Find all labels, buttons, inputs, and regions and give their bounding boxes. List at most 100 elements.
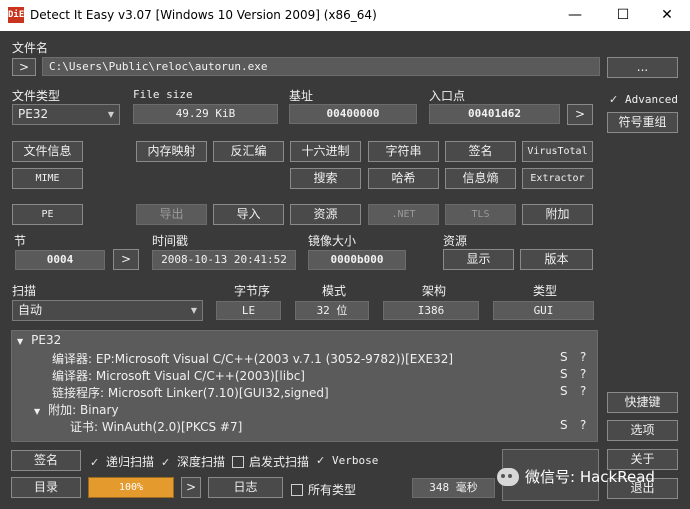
scan-label: 扫描 [12, 284, 37, 298]
pe-button[interactable]: PE [12, 204, 83, 225]
strings-button[interactable]: 字符串 [368, 141, 439, 162]
tree-row-certificate[interactable]: 证书: WinAuth(2.0)[PKCS #7] [70, 418, 242, 435]
wechat-watermark: 微信号: HackRead [497, 466, 655, 487]
chevron-down-icon: ▼ [107, 110, 114, 119]
import-button[interactable]: 导入 [213, 204, 284, 225]
signature-flag[interactable]: S [560, 367, 568, 381]
minimize-icon[interactable]: — [552, 0, 598, 31]
entry-point-go-button[interactable]: > [567, 104, 593, 125]
help-icon[interactable]: ? [580, 367, 586, 381]
scan-mode-value: 自动 [18, 303, 43, 317]
options-button[interactable]: 选项 [607, 420, 678, 441]
checkbox-empty-icon [232, 456, 244, 468]
file-type-select[interactable]: PE32 ▼ [12, 104, 120, 125]
directory-button[interactable]: 目录 [11, 477, 81, 498]
checkmark-icon: ✓ [90, 456, 100, 469]
file-size-value: 49.29 KiB [133, 104, 278, 124]
mime-button[interactable]: MIME [12, 168, 83, 189]
file-info-button[interactable]: 文件信息 [12, 141, 83, 162]
checkbox-empty-icon [291, 484, 303, 496]
type-value: GUI [493, 301, 594, 320]
tree-row-label: 编译器: EP:Microsoft Visual C/C++(2003 v.7.… [52, 352, 454, 366]
checkmark-icon: ✓ [316, 454, 326, 467]
help-icon[interactable]: ? [580, 384, 586, 398]
title-bar: DiE Detect It Easy v3.07 [Windows 10 Ver… [0, 0, 690, 31]
file-type-label: 文件类型 [12, 89, 61, 103]
section-go-button[interactable]: > [113, 249, 139, 270]
resources-show-button[interactable]: 显示 [443, 249, 514, 270]
signatures-button[interactable]: 签名 [445, 141, 516, 162]
tree-node-pe32[interactable]: ▼ PE32 [17, 333, 61, 347]
memory-map-button[interactable]: 内存映射 [136, 141, 207, 162]
resources-version-button[interactable]: 版本 [520, 249, 593, 270]
recursive-scan-checkbox[interactable]: ✓ 递归扫描 [90, 453, 154, 470]
resources-button[interactable]: 资源 [290, 204, 361, 225]
scan-results-tree[interactable]: ▼ PE32 编译器: EP:Microsoft Visual C/C++(200… [11, 330, 598, 442]
scan-progress-bar: 100% [88, 477, 174, 498]
deep-scan-checkbox[interactable]: ✓ 深度扫描 [161, 453, 225, 470]
expand-arrow-icon[interactable]: ▼ [17, 337, 23, 346]
help-icon[interactable]: ? [580, 418, 586, 432]
signature-flag[interactable]: S [560, 384, 568, 398]
advanced-checkbox[interactable]: ✓ Advanced [609, 92, 678, 106]
tree-row-label: 编译器: Microsoft Visual C/C++(2003)[libc] [52, 369, 305, 383]
shortcuts-button[interactable]: 快捷键 [607, 392, 678, 413]
search-button[interactable]: 搜索 [290, 168, 361, 189]
file-name-label: 文件名 [12, 41, 49, 55]
timestamp-value: 2008-10-13 20:41:52 [152, 250, 296, 270]
expand-arrow-icon[interactable]: ▼ [34, 407, 40, 416]
checkmark-icon: ✓ [609, 93, 619, 106]
elapsed-time-value: 348 毫秒 [412, 478, 495, 498]
section-label: 节 [14, 234, 27, 248]
checkmark-icon: ✓ [161, 456, 171, 469]
symbol-rebuild-button[interactable]: 符号重组 [607, 112, 678, 133]
type-label: 类型 [533, 284, 558, 298]
signature-flag[interactable]: S [560, 350, 568, 364]
mode-label: 模式 [322, 284, 347, 298]
overlay-button[interactable]: 附加 [522, 204, 593, 225]
endianness-label: 字节序 [234, 284, 271, 298]
heuristic-scan-checkbox[interactable]: 启发式扫描 [232, 453, 309, 470]
tree-row-label: 链接程序: Microsoft Linker(7.10)[GUI32,signe… [52, 386, 329, 400]
help-icon[interactable]: ? [580, 350, 586, 364]
signature-flag[interactable]: S [560, 418, 568, 432]
file-size-label: File size [133, 88, 193, 101]
base-address-value: 00400000 [289, 104, 417, 124]
browse-button[interactable]: ... [607, 57, 678, 78]
hash-button[interactable]: 哈希 [368, 168, 439, 189]
tree-row-linker[interactable]: 链接程序: Microsoft Linker(7.10)[GUI32,signe… [52, 384, 329, 401]
tls-button: TLS [445, 204, 516, 225]
disassembly-button[interactable]: 反汇编 [213, 141, 284, 162]
file-expand-button[interactable]: > [12, 58, 36, 76]
verbose-label: Verbose [332, 454, 379, 467]
log-button[interactable]: 日志 [208, 477, 283, 498]
dotnet-button: .NET [368, 204, 439, 225]
all-types-checkbox[interactable]: 所有类型 [291, 481, 356, 498]
tree-node-overlay[interactable]: ▼ 附加: Binary [34, 401, 119, 418]
heuristic-scan-label: 启发式扫描 [249, 455, 310, 469]
deep-scan-label: 深度扫描 [177, 455, 226, 469]
all-types-label: 所有类型 [308, 483, 357, 497]
progress-go-button[interactable]: > [181, 477, 201, 498]
entry-point-label: 入口点 [429, 89, 466, 103]
entry-point-value: 00401d62 [429, 104, 560, 124]
virustotal-button[interactable]: VirusTotal [522, 141, 593, 162]
tree-row-compiler-libc[interactable]: 编译器: Microsoft Visual C/C++(2003)[libc] [52, 367, 305, 384]
advanced-label: Advanced [625, 93, 678, 106]
architecture-label: 架构 [422, 284, 447, 298]
hex-button[interactable]: 十六进制 [290, 141, 361, 162]
tree-row-label: 证书: WinAuth(2.0)[PKCS #7] [70, 420, 243, 434]
maximize-icon[interactable]: ☐ [600, 0, 646, 31]
signatures-bottom-button[interactable]: 签名 [11, 450, 81, 471]
endianness-value: LE [216, 301, 281, 320]
file-path-input[interactable]: C:\Users\Public\reloc\autorun.exe [42, 57, 600, 76]
tree-node-label: PE32 [31, 333, 62, 347]
tree-row-compiler-ep[interactable]: 编译器: EP:Microsoft Visual C/C++(2003 v.7.… [52, 350, 453, 367]
entropy-button[interactable]: 信息熵 [445, 168, 516, 189]
recursive-scan-label: 递归扫描 [106, 455, 155, 469]
image-size-label: 镜像大小 [308, 234, 357, 248]
close-icon[interactable]: ✕ [644, 0, 690, 31]
verbose-checkbox[interactable]: ✓ Verbose [316, 453, 378, 467]
extractor-button[interactable]: Extractor [522, 168, 593, 189]
scan-mode-select[interactable]: 自动 ▼ [12, 300, 203, 321]
